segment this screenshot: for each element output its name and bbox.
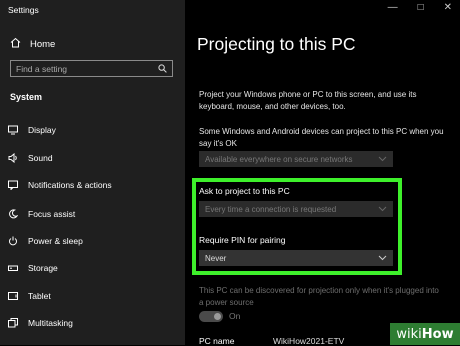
app-title: Settings bbox=[8, 5, 39, 15]
sidebar-item-label: Notifications & actions bbox=[28, 180, 112, 190]
toggle-knob bbox=[214, 313, 221, 320]
search-box[interactable]: Find a setting bbox=[10, 60, 173, 77]
power-source-description: This PC can be discovered for projection… bbox=[199, 286, 439, 307]
intro-text: Project your Windows phone or PC to this… bbox=[199, 90, 417, 111]
sidebar-item-tablet[interactable]: Tablet bbox=[8, 291, 51, 301]
sidebar: Settings Home Find a setting System Disp… bbox=[0, 0, 185, 345]
wikihow-watermark: wiki How bbox=[390, 323, 460, 345]
ask-to-project-label: Ask to project to this PC bbox=[199, 186, 290, 196]
speaker-icon bbox=[8, 153, 18, 163]
sidebar-item-power-sleep[interactable]: Power & sleep bbox=[8, 236, 83, 246]
tablet-icon bbox=[8, 291, 18, 301]
availability-dropdown[interactable]: Available everywhere on secure networks bbox=[199, 151, 393, 167]
chevron-down-icon bbox=[378, 254, 387, 263]
window-controls: — □ ✕ bbox=[388, 2, 452, 13]
maximize-icon[interactable]: □ bbox=[418, 2, 424, 13]
close-icon[interactable]: ✕ bbox=[444, 2, 452, 13]
home-icon bbox=[10, 37, 21, 51]
availability-description: Some Windows and Android devices can pro… bbox=[199, 127, 444, 148]
sidebar-item-label: Power & sleep bbox=[28, 236, 83, 246]
sidebar-item-notifications[interactable]: Notifications & actions bbox=[8, 180, 112, 190]
sidebar-item-label: Tablet bbox=[28, 291, 51, 301]
dropdown-value: Available everywhere on secure networks bbox=[205, 154, 353, 164]
notification-icon bbox=[8, 180, 18, 190]
watermark-part1: wiki bbox=[396, 326, 422, 342]
require-pin-label: Require PIN for pairing bbox=[199, 235, 286, 245]
watermark-part2: How bbox=[421, 326, 454, 342]
chevron-down-icon bbox=[378, 205, 387, 214]
sidebar-item-label: Sound bbox=[28, 153, 53, 163]
main-content: — □ ✕ Projecting to this PC Project your… bbox=[185, 0, 460, 346]
moon-icon bbox=[8, 209, 18, 219]
chevron-down-icon bbox=[378, 155, 387, 164]
power-icon bbox=[8, 236, 18, 246]
require-pin-dropdown[interactable]: Never bbox=[199, 250, 393, 266]
dropdown-value: Never bbox=[205, 253, 227, 263]
minimize-icon[interactable]: — bbox=[388, 2, 398, 13]
toggle-label: On bbox=[229, 311, 241, 321]
sidebar-item-label: Storage bbox=[28, 263, 58, 273]
home-label: Home bbox=[30, 38, 56, 50]
storage-icon bbox=[8, 263, 18, 273]
sidebar-item-focus-assist[interactable]: Focus assist bbox=[8, 209, 75, 219]
sidebar-item-storage[interactable]: Storage bbox=[8, 263, 58, 273]
sidebar-item-multitasking[interactable]: Multitasking bbox=[8, 318, 73, 328]
sidebar-item-label: Focus assist bbox=[28, 209, 76, 219]
sidebar-item-sound[interactable]: Sound bbox=[8, 153, 53, 163]
ask-to-project-dropdown[interactable]: Every time a connection is requested bbox=[199, 201, 393, 217]
sidebar-item-label: Display bbox=[28, 125, 56, 135]
power-source-toggle[interactable] bbox=[199, 311, 223, 322]
section-title: System bbox=[10, 92, 43, 102]
sidebar-item-display[interactable]: Display bbox=[8, 125, 56, 135]
page-title: Projecting to this PC bbox=[197, 34, 356, 54]
home-nav-item[interactable]: Home bbox=[10, 37, 55, 51]
multitasking-icon bbox=[8, 318, 18, 328]
monitor-icon bbox=[8, 125, 18, 135]
sidebar-item-label: Multitasking bbox=[28, 318, 73, 328]
dropdown-value: Every time a connection is requested bbox=[205, 204, 337, 214]
search-input[interactable]: Find a setting bbox=[16, 64, 67, 74]
search-icon[interactable] bbox=[158, 60, 167, 78]
